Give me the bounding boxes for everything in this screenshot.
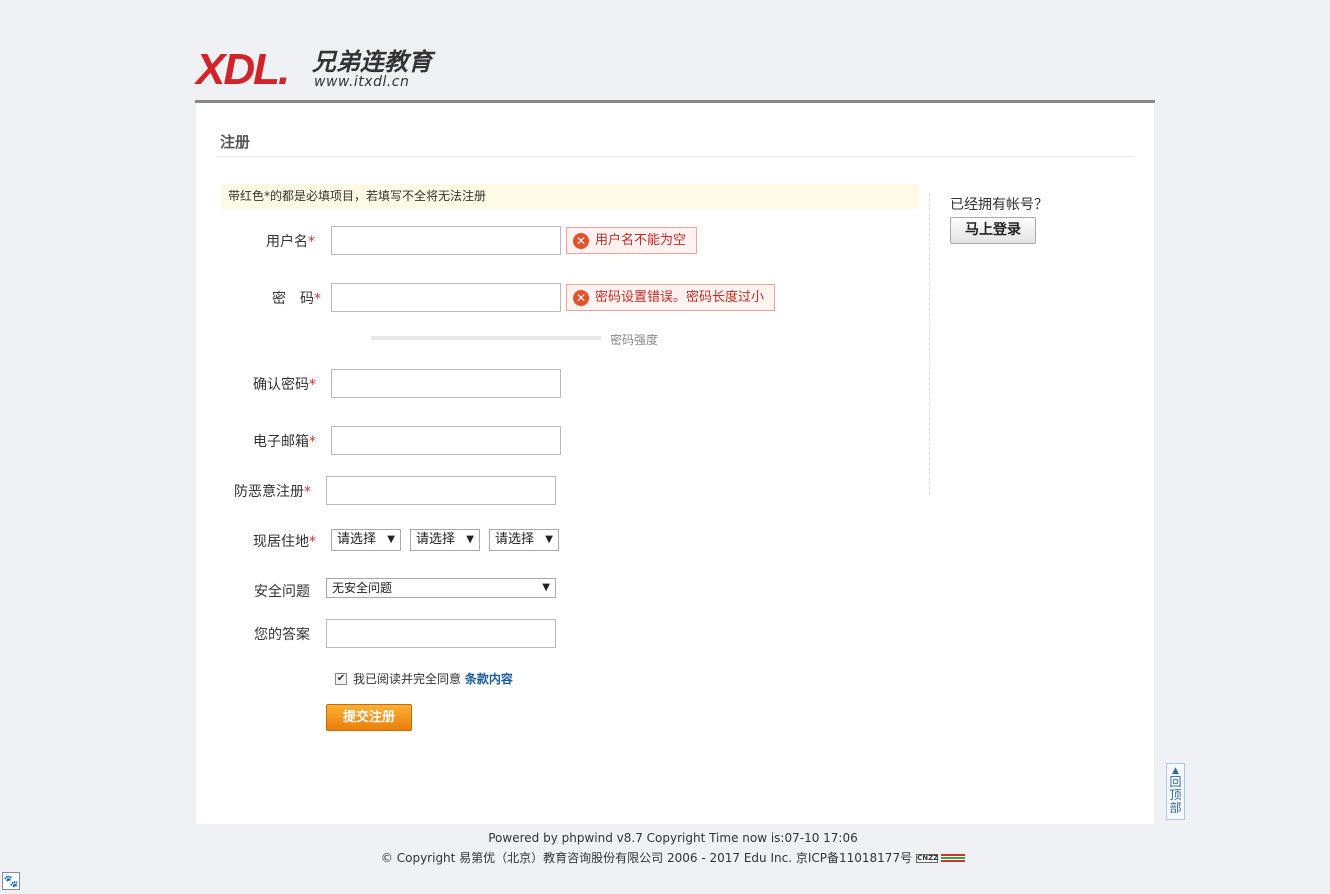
dropdown-arrow-icon: ▼ [466,534,474,545]
logo-name: 兄弟连教育 [312,48,432,76]
password-strength-bar [371,336,601,340]
submit-button[interactable]: 提交注册 [326,704,412,731]
username-input[interactable] [331,226,561,255]
logo-url: www.itxdl.cn [314,74,410,90]
email-label: 电子邮箱* [253,434,316,450]
footer-powered-by: Powered by phpwind v8.7 Copyright Time n… [488,831,858,845]
footer-copyright: © Copyright 易第优（北京）教育咨询股份有限公司 2006 - 201… [0,849,1330,866]
paw-icon[interactable]: 🐾 [2,872,20,890]
residence-label: 现居住地* [253,534,316,550]
dropdown-arrow-icon: ▼ [542,582,550,593]
security-question-select[interactable]: 无安全问题 ▼ [326,578,556,598]
username-label: 用户名* [266,234,315,250]
captcha-input[interactable] [326,476,556,505]
username-error: ✕ 用户名不能为空 [566,227,698,254]
login-button[interactable]: 马上登录 [950,217,1036,244]
back-to-top-label: 回顶部 [1169,775,1182,815]
back-to-top-button[interactable]: ▲ 回顶部 [1166,763,1185,820]
password-error: ✕ 密码设置错误。密码长度过小 [566,284,776,311]
dropdown-arrow-icon: ▼ [545,534,553,545]
flag-icon [941,854,966,863]
dropdown-arrow-icon: ▼ [387,534,395,545]
password-error-text: 密码设置错误。密码长度过小 [595,290,765,305]
terms-link[interactable]: 条款内容 [465,672,513,686]
confirm-password-label: 确认密码* [253,377,316,393]
security-question-label: 安全问题 [254,584,310,600]
error-icon: ✕ [573,290,589,306]
column-divider [929,193,930,495]
confirm-password-input[interactable] [331,369,561,398]
answer-input[interactable] [326,619,556,648]
register-panel: 注册 带红色*的都是必填项目，若填写不全将无法注册 已经拥有帐号？ 马上登录 用… [196,103,1154,824]
cnzz-badge[interactable]: CNZZ [916,854,938,863]
agree-checkbox[interactable]: ✔ [335,673,347,685]
email-input[interactable] [331,426,561,455]
answer-label: 您的答案 [254,627,310,643]
city-select[interactable]: 请选择 ▼ [410,529,480,551]
district-select[interactable]: 请选择 ▼ [489,529,559,551]
site-logo[interactable]: XDL. 兄弟连教育 www.itxdl.cn [196,48,446,92]
agree-text: 我已阅读并完全同意 条款内容 [353,672,513,686]
password-label: 密 码* [272,291,321,307]
required-notice: 带红色*的都是必填项目，若填写不全将无法注册 [221,184,919,209]
title-divider [216,156,1134,157]
page-title: 注册 [220,133,251,151]
error-icon: ✕ [573,233,589,249]
have-account-text: 已经拥有帐号？ [950,197,1048,213]
captcha-label: 防恶意注册* [234,484,311,500]
province-select[interactable]: 请选择 ▼ [331,529,401,551]
logo-brand: XDL. [196,45,290,94]
password-strength-label: 密码强度 [610,333,659,347]
username-error-text: 用户名不能为空 [595,233,687,248]
password-input[interactable] [331,283,561,312]
footer-copyright-text: © Copyright 易第优（北京）教育咨询股份有限公司 2006 - 201… [380,851,913,865]
